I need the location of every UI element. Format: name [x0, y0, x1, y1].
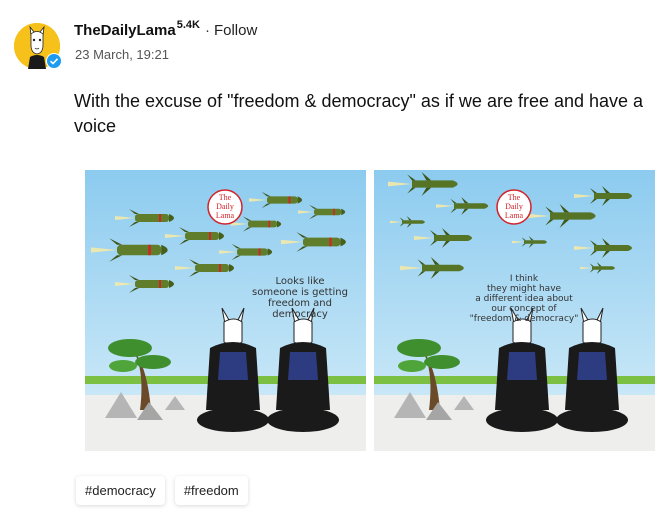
post-image-2[interactable]: The Daily Lama I think they might have a…	[374, 170, 655, 451]
post-card: TheDailyLama 5.4K · Follow 23 March, 19:…	[0, 0, 668, 517]
svg-text:Lama: Lama	[216, 211, 235, 220]
post-timestamp[interactable]: 23 March, 19:21	[75, 47, 169, 62]
svg-text:The: The	[508, 193, 521, 202]
hashtag-democracy[interactable]: #democracy	[76, 476, 165, 505]
verified-badge-icon	[46, 53, 62, 69]
hashtag-freedom[interactable]: #freedom	[174, 476, 248, 505]
svg-text:Daily: Daily	[505, 202, 523, 211]
svg-text:Daily: Daily	[216, 202, 234, 211]
separator-dot: ·	[204, 22, 210, 39]
author-row: TheDailyLama 5.4K · Follow	[74, 19, 257, 39]
daily-lama-logo: The Daily Lama	[207, 189, 243, 225]
post-text: With the excuse of "freedom & democracy"…	[74, 91, 644, 136]
svg-text:The: The	[219, 193, 232, 202]
daily-lama-logo: The Daily Lama	[496, 189, 532, 225]
svg-text:Lama: Lama	[505, 211, 524, 220]
post-image-1[interactable]: The Daily Lama Looks like someone is get…	[85, 170, 366, 451]
image-caption-2: I think they might have a different idea…	[469, 274, 579, 324]
follower-count: 5.4K	[176, 19, 200, 31]
hashtag-list: #democracy #freedom	[76, 476, 248, 505]
follow-button[interactable]: Follow	[214, 22, 257, 39]
author-avatar[interactable]	[14, 23, 62, 69]
author-name[interactable]: TheDailyLama	[74, 22, 176, 39]
image-caption-1: Looks like someone is getting freedom an…	[252, 276, 348, 320]
